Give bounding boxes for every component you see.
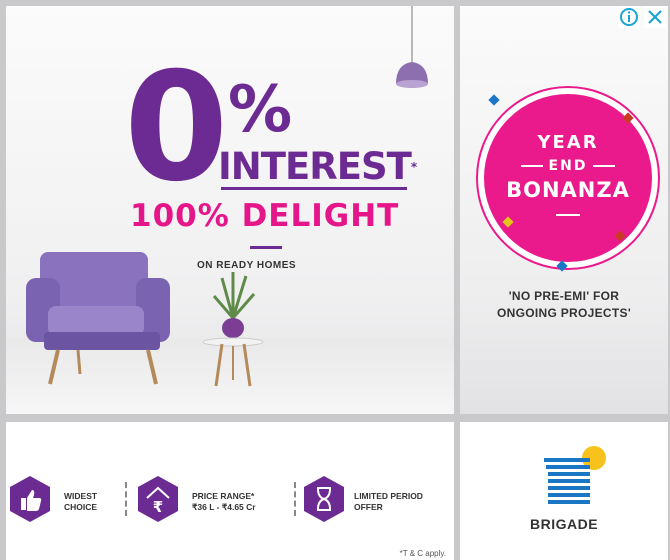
offer-line-1: 'NO PRE-EMI' FOR	[508, 289, 620, 303]
close-icon[interactable]	[644, 6, 666, 28]
feature-limited-period: LIMITED PERIOD OFFER	[354, 491, 423, 513]
offer-line-2: ONGOING PROJECTS'	[497, 306, 631, 320]
offer-panel[interactable]: YEAR END BONANZA 'NO PRE-EMI' FOR ONGOIN…	[460, 6, 668, 414]
rupee-house-icon: ₹	[138, 476, 178, 522]
armchair-icon	[26, 252, 170, 385]
terms-and-conditions: *T & C apply.	[399, 549, 446, 558]
feature-line-1: WIDEST	[64, 491, 98, 501]
feature-line-2: OFFER	[354, 502, 383, 512]
badge-end: END	[484, 158, 652, 174]
feature-price-range: PRICE RANGE* ₹36 L - ₹4.65 Cr	[192, 491, 256, 513]
zero-numeral: 0	[124, 41, 228, 215]
interest-underline	[221, 187, 407, 190]
pre-emi-offer-text: 'NO PRE-EMI' FOR ONGOING PROJECTS'	[460, 288, 668, 322]
percent-sign: %	[228, 73, 293, 147]
info-icon[interactable]	[618, 6, 640, 28]
pendant-lamp-icon	[396, 6, 428, 88]
feature-widest-choice: WIDEST CHOICE	[64, 491, 97, 513]
interest-asterisk: *	[410, 160, 417, 174]
feature-line-1: LIMITED PERIOD	[354, 491, 423, 501]
features-panel[interactable]: WIDEST CHOICE ₹ PRICE RANGE* ₹36 L - ₹4.…	[6, 422, 454, 560]
divider-dash	[250, 246, 282, 249]
brand-panel[interactable]: BRIGADE	[460, 422, 668, 560]
thumbs-up-icon	[10, 476, 50, 522]
svg-text:₹: ₹	[153, 498, 163, 516]
side-table-with-plant-icon	[202, 272, 264, 387]
interest-heading: INTEREST*	[218, 145, 417, 188]
brand-name: BRIGADE	[529, 516, 599, 532]
interest-text: INTEREST	[218, 145, 412, 188]
separator	[294, 482, 296, 516]
badge-bonanza: BONANZA	[506, 178, 630, 202]
badge-year: YEAR	[537, 132, 599, 153]
hourglass-icon	[304, 476, 344, 522]
feature-line-2: CHOICE	[64, 502, 98, 512]
delight-heading: 100% DELIGHT	[130, 198, 400, 234]
feature-line-1: PRICE RANGE*	[192, 491, 255, 501]
separator	[125, 482, 127, 516]
feature-line-2: ₹36 L - ₹4.65 Cr	[192, 502, 256, 512]
badge-dash	[556, 214, 580, 216]
confetti-icon	[488, 94, 500, 106]
brigade-logo-icon	[544, 446, 606, 504]
hero-panel[interactable]: 0 % INTEREST* 100% DELIGHT ON READY HOME…	[6, 6, 454, 414]
